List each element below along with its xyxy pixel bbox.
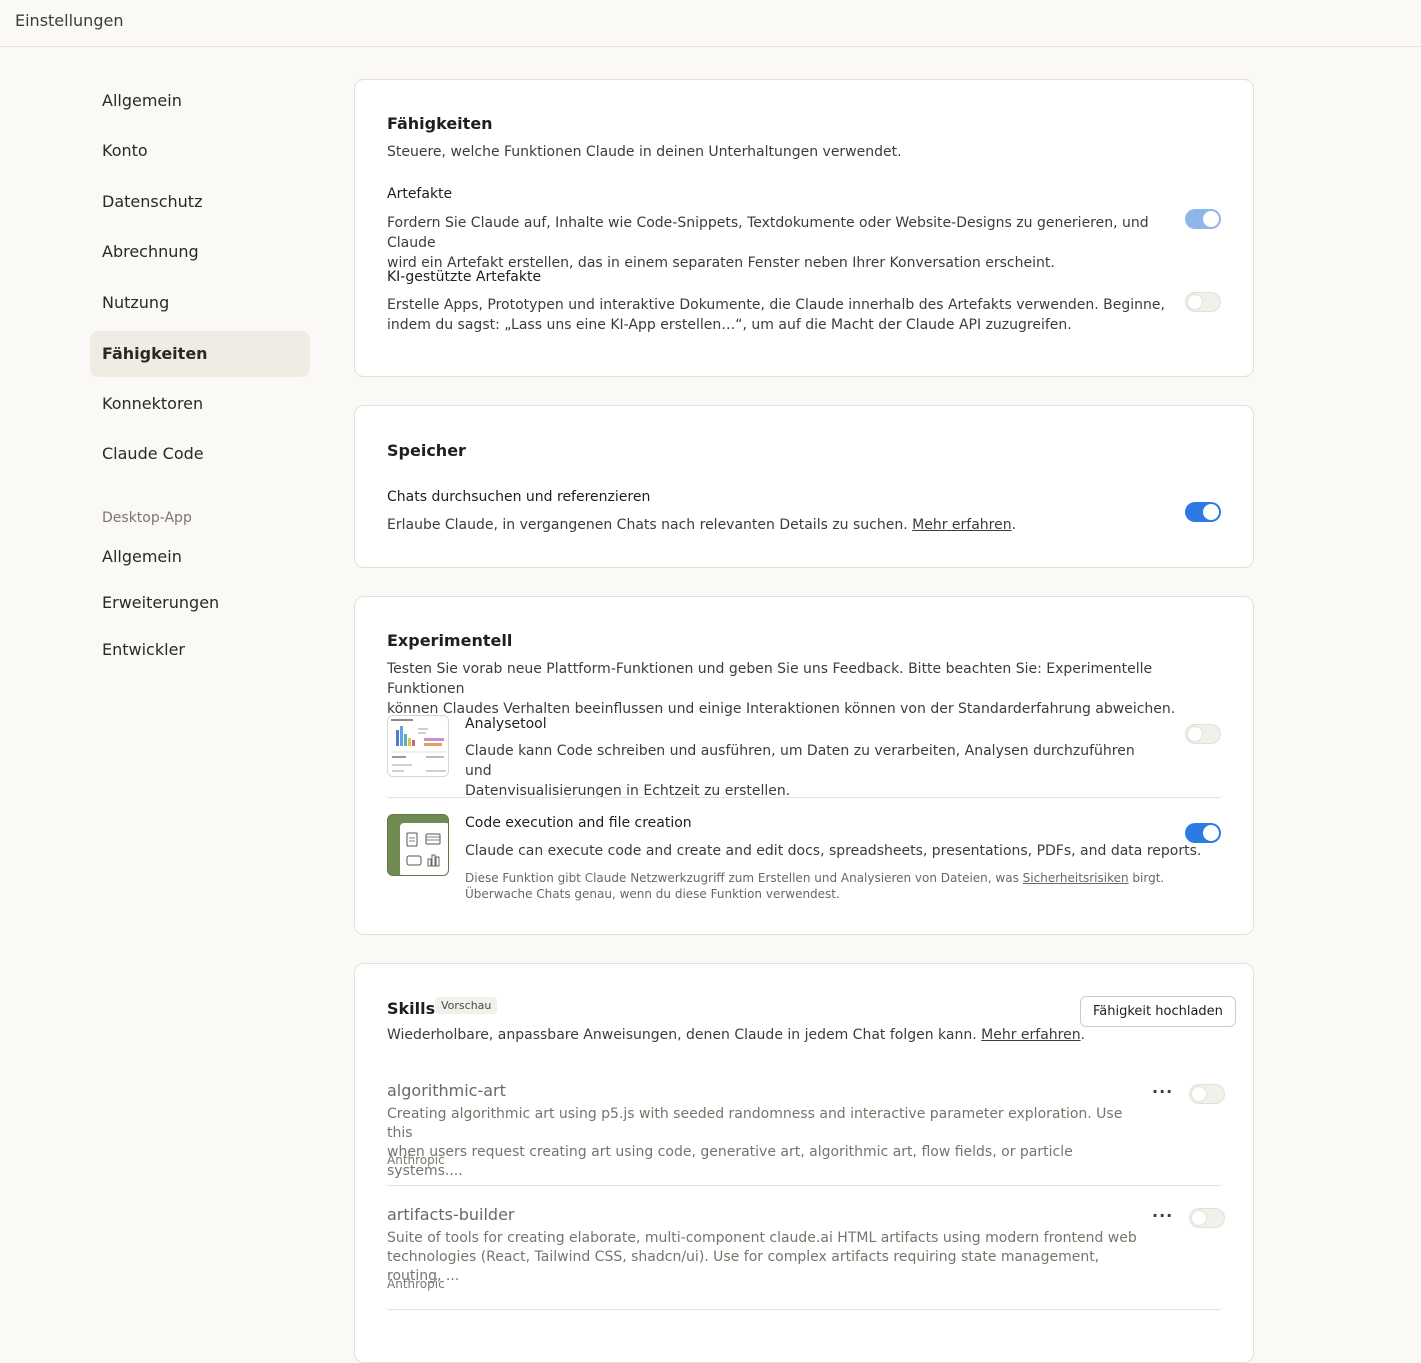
- page-title: Einstellungen: [15, 11, 124, 30]
- upload-skill-button[interactable]: Fähigkeit hochladen: [1080, 996, 1236, 1027]
- toggle-knob: [1191, 1210, 1207, 1226]
- analysis-tool-description: Claude kann Code schreiben und ausführen…: [465, 741, 1165, 801]
- ai-artifacts-description: Erstelle Apps, Prototypen und interaktiv…: [387, 295, 1177, 335]
- skills-description: Wiederholbare, anpassbare Anweisungen, d…: [387, 1025, 1085, 1045]
- ai-artifacts-desc-line1: Erstelle Apps, Prototypen und interaktiv…: [387, 297, 1165, 313]
- toggle-knob: [1203, 825, 1219, 841]
- memory-card: Speicher Chats durchsuchen und referenzi…: [354, 405, 1254, 568]
- ai-artifacts-title: KI-gestützte Artefakte: [387, 269, 542, 285]
- code-execution-toggle[interactable]: [1185, 823, 1221, 843]
- experimental-card: Experimentell Testen Sie vorab neue Plat…: [354, 596, 1254, 935]
- security-risks-link[interactable]: Sicherheitsrisiken: [1023, 871, 1129, 885]
- toggle-knob: [1191, 1086, 1207, 1102]
- analysis-desc-line1: Claude kann Code schreiben und ausführen…: [465, 743, 1135, 779]
- sidebar-item-claude-code[interactable]: Claude Code: [90, 431, 310, 477]
- sidebar-item-entwickler[interactable]: Entwickler: [90, 627, 310, 673]
- code-execution-title: Code execution and file creation: [465, 815, 692, 831]
- skill-name-algorithmic-art: algorithmic-art: [387, 1081, 506, 1100]
- memory-learn-more-link[interactable]: Mehr erfahren: [912, 517, 1011, 533]
- chat-search-toggle[interactable]: [1185, 502, 1221, 522]
- top-bar: Einstellungen: [0, 0, 1421, 47]
- skill-description-algorithmic-art: Creating algorithmic art using p5.js wit…: [387, 1105, 1137, 1181]
- analysis-tool-thumbnail: [387, 715, 449, 777]
- chart-preview-icon: [388, 716, 448, 776]
- file-creation-icon: [388, 815, 448, 875]
- code-execution-note-line2: Überwache Chats genau, wenn du diese Fun…: [465, 887, 840, 901]
- skills-desc-text: Wiederholbare, anpassbare Anweisungen, d…: [387, 1027, 977, 1043]
- skill-desc-line1: Suite of tools for creating elaborate, m…: [387, 1230, 1137, 1246]
- chat-search-desc-text: Erlaube Claude, in vergangenen Chats nac…: [387, 517, 908, 533]
- ellipsis-icon[interactable]: ···: [1152, 1082, 1173, 1101]
- preview-badge: Vorschau: [435, 997, 498, 1014]
- skill-desc-line2: when users request creating art using co…: [387, 1144, 1073, 1179]
- analysis-desc-line2: Datenvisualisierungen in Echtzeit zu ers…: [465, 783, 791, 799]
- analysis-tool-title: Analysetool: [465, 716, 547, 732]
- sidebar-item-konto[interactable]: Konto: [90, 128, 310, 174]
- divider: [387, 797, 1221, 798]
- sidebar-item-allgemein[interactable]: Allgemein: [90, 78, 310, 124]
- code-execution-description: Claude can execute code and create and e…: [465, 843, 1202, 859]
- code-execution-note: Diese Funktion gibt Claude Netzwerkzugri…: [465, 870, 1165, 902]
- sidebar-section-desktop-app: Desktop-App: [102, 510, 192, 526]
- skill-desc-line1: Creating algorithmic art using p5.js wit…: [387, 1106, 1123, 1141]
- skills-learn-more-link[interactable]: Mehr erfahren: [981, 1027, 1080, 1043]
- skills-card: Skills Vorschau Fähigkeit hochladen Wied…: [354, 963, 1254, 1363]
- skill-desc-line2: technologies (React, Tailwind CSS, shadc…: [387, 1249, 1100, 1284]
- skill-name-artifacts-builder: artifacts-builder: [387, 1205, 515, 1224]
- toggle-knob: [1187, 294, 1203, 310]
- chat-search-description: Erlaube Claude, in vergangenen Chats nac…: [387, 515, 1016, 535]
- period: .: [1080, 1027, 1086, 1043]
- skill-author: Anthropic: [387, 1153, 445, 1167]
- code-execution-thumbnail: [387, 814, 449, 876]
- note-text: Diese Funktion gibt Claude Netzwerkzugri…: [465, 871, 1019, 885]
- capabilities-card: Fähigkeiten Steuere, welche Funktionen C…: [354, 79, 1254, 377]
- artifacts-description: Fordern Sie Claude auf, Inhalte wie Code…: [387, 213, 1177, 273]
- artifacts-title: Artefakte: [387, 186, 453, 202]
- toggle-knob: [1203, 504, 1219, 520]
- toggle-knob: [1187, 726, 1203, 742]
- skill-toggle-artifacts-builder[interactable]: [1189, 1208, 1225, 1228]
- ellipsis-icon[interactable]: ···: [1152, 1206, 1173, 1225]
- sidebar-item-konnektoren[interactable]: Konnektoren: [90, 381, 310, 427]
- analysis-tool-toggle[interactable]: [1185, 724, 1221, 744]
- chat-search-title: Chats durchsuchen und referenzieren: [387, 489, 651, 505]
- skills-title: Skills: [387, 999, 436, 1018]
- toggle-knob: [1203, 211, 1219, 227]
- artifacts-desc-line1: Fordern Sie Claude auf, Inhalte wie Code…: [387, 215, 1149, 251]
- divider: [387, 1309, 1221, 1310]
- skill-description-artifacts-builder: Suite of tools for creating elaborate, m…: [387, 1229, 1147, 1286]
- ai-artifacts-toggle[interactable]: [1185, 292, 1221, 312]
- sidebar-item-desktop-allgemein[interactable]: Allgemein: [90, 534, 310, 580]
- ai-artifacts-desc-line2: indem du sagst: „Lass uns eine KI-App er…: [387, 317, 1072, 333]
- capabilities-subtitle: Steuere, welche Funktionen Claude in dei…: [387, 144, 902, 160]
- memory-title: Speicher: [387, 441, 466, 460]
- experimental-description: Testen Sie vorab neue Plattform-Funktion…: [387, 659, 1207, 719]
- sidebar-item-faehigkeiten[interactable]: Fähigkeiten: [90, 331, 310, 377]
- skill-author: Anthropic: [387, 1277, 445, 1291]
- sidebar-item-abrechnung[interactable]: Abrechnung: [90, 229, 310, 275]
- note-text-end: birgt.: [1132, 871, 1165, 885]
- divider: [387, 1185, 1221, 1186]
- experimental-desc-line1: Testen Sie vorab neue Plattform-Funktion…: [387, 661, 1153, 697]
- skill-toggle-algorithmic-art[interactable]: [1189, 1084, 1225, 1104]
- capabilities-title: Fähigkeiten: [387, 114, 493, 133]
- sidebar-item-datenschutz[interactable]: Datenschutz: [90, 179, 310, 225]
- sidebar-item-erweiterungen[interactable]: Erweiterungen: [90, 580, 310, 626]
- artifacts-toggle[interactable]: [1185, 209, 1221, 229]
- sidebar-item-nutzung[interactable]: Nutzung: [90, 280, 310, 326]
- code-execution-note-line1: Diese Funktion gibt Claude Netzwerkzugri…: [465, 870, 1165, 886]
- period: .: [1011, 517, 1017, 533]
- experimental-title: Experimentell: [387, 631, 513, 650]
